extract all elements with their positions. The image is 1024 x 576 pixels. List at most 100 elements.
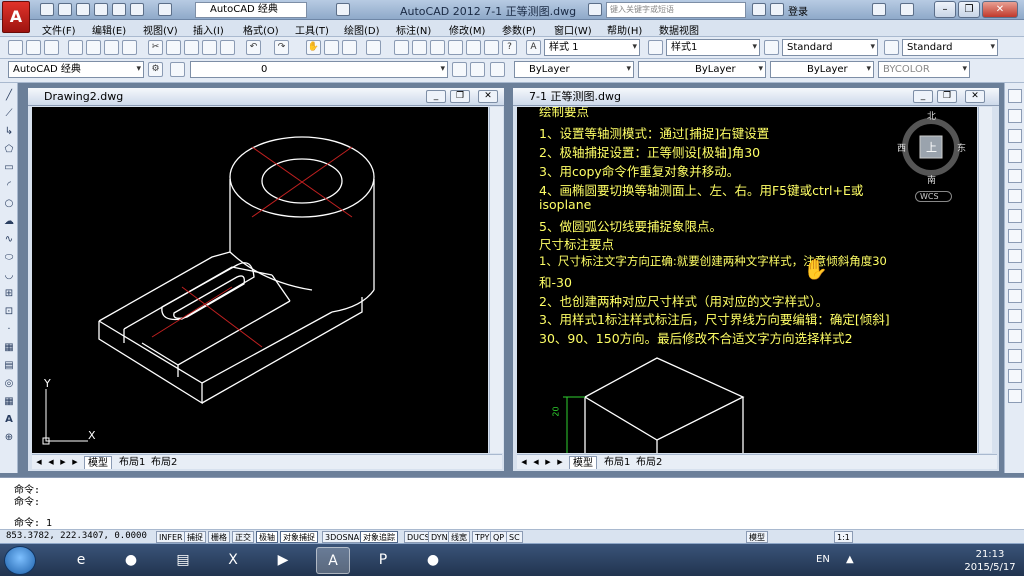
prev-tab-icon[interactable]: ◀	[46, 457, 56, 467]
status-sc[interactable]: SC	[506, 531, 523, 543]
search-input[interactable]: 键入关键字或短语	[606, 2, 746, 18]
copy-object-icon[interactable]	[1008, 109, 1022, 123]
menu-parametric[interactable]: 参数(P)	[502, 22, 536, 37]
doc-close-button[interactable]: ✕	[478, 90, 498, 103]
designcenter-icon[interactable]	[412, 40, 427, 55]
menu-edit[interactable]: 编辑(E)	[92, 22, 126, 37]
tab-model[interactable]: 模型	[84, 456, 112, 469]
qq-icon[interactable]: ●	[114, 547, 148, 574]
circle-icon[interactable]: ○	[2, 197, 16, 211]
powerpoint-icon[interactable]: P	[366, 547, 400, 574]
ie-icon[interactable]: e	[64, 547, 98, 574]
last-tab-icon[interactable]: ▶	[70, 457, 80, 467]
open-icon[interactable]	[58, 3, 72, 16]
zoom-window-icon[interactable]	[342, 40, 357, 55]
video-icon[interactable]: ▶	[266, 547, 300, 574]
status-model[interactable]: 模型	[746, 531, 768, 543]
viewcube-top[interactable]: 上	[926, 139, 937, 155]
command-window[interactable]: 命令: 命令: 命令: 1	[0, 477, 1024, 529]
mirror-icon[interactable]	[1008, 129, 1022, 143]
help-icon[interactable]	[900, 3, 914, 16]
saveas-icon[interactable]	[94, 3, 108, 16]
gradient-icon[interactable]: ▤	[2, 359, 16, 373]
status-otrack[interactable]: 对象追踪	[360, 531, 398, 543]
open-file-icon[interactable]	[26, 40, 41, 55]
ellipse-arc-icon[interactable]: ◡	[2, 269, 16, 283]
model-space-canvas[interactable]: Y X	[32, 107, 488, 453]
fillet-icon[interactable]	[1008, 369, 1022, 383]
text-style-select[interactable]: 样式 1	[544, 39, 640, 56]
menu-dataview[interactable]: 数据视图	[659, 22, 699, 37]
binoculars-icon[interactable]	[752, 3, 766, 16]
status-lineweight[interactable]: 线宽	[448, 531, 470, 543]
color-select[interactable]: ByLayer	[514, 61, 634, 78]
ellipse-icon[interactable]: ⬭	[2, 251, 16, 265]
arc-icon[interactable]: ◜	[2, 179, 16, 193]
dim-style-icon[interactable]	[648, 40, 663, 55]
first-tab-icon[interactable]: ◀	[34, 457, 44, 467]
undo-icon[interactable]	[130, 3, 144, 16]
start-button[interactable]	[4, 546, 36, 575]
viewcube-west[interactable]: 西	[897, 141, 906, 154]
add-selected-icon[interactable]: ⊕	[2, 431, 16, 445]
menu-view[interactable]: 视图(V)	[143, 22, 178, 37]
stretch-icon[interactable]	[1008, 249, 1022, 263]
restore-button[interactable]: ❐	[958, 1, 980, 18]
menu-insert[interactable]: 插入(I)	[193, 22, 224, 37]
extend-icon[interactable]	[1008, 289, 1022, 303]
tab-layout1[interactable]: 布局1	[601, 456, 633, 469]
user-icon[interactable]	[770, 3, 784, 16]
polygon-icon[interactable]: ⬠	[2, 143, 16, 157]
doc-close-button[interactable]: ✕	[965, 90, 985, 103]
blockeditor-icon[interactable]	[220, 40, 235, 55]
polyline-icon[interactable]: ↳	[2, 125, 16, 139]
layer-state-icon[interactable]	[490, 62, 505, 77]
join-icon[interactable]	[1008, 329, 1022, 343]
wcs-menu[interactable]: WCS	[915, 191, 952, 202]
qnew-icon[interactable]	[8, 40, 23, 55]
status-ortho[interactable]: 正交	[232, 531, 254, 543]
tab-layout2[interactable]: 布局2	[148, 456, 180, 469]
preview-icon[interactable]	[86, 40, 101, 55]
tab-layout2[interactable]: 布局2	[633, 456, 665, 469]
move-icon[interactable]	[1008, 189, 1022, 203]
offset-icon[interactable]	[1008, 149, 1022, 163]
workspace-select[interactable]: AutoCAD 经典	[195, 2, 307, 18]
language-indicator[interactable]: EN	[816, 554, 830, 565]
minimize-button[interactable]: –	[934, 1, 956, 18]
annotation-scale[interactable]: 1:1	[834, 531, 853, 543]
insert-block-icon[interactable]: ⊞	[2, 287, 16, 301]
revcloud-icon[interactable]: ☁	[2, 215, 16, 229]
autocad-icon[interactable]: A	[316, 547, 350, 574]
sheetset-icon[interactable]	[448, 40, 463, 55]
command-input[interactable]: 命令: 1	[14, 514, 52, 529]
layer-previous-icon[interactable]	[470, 62, 485, 77]
spline-icon[interactable]: ∿	[2, 233, 16, 247]
scale-icon[interactable]	[1008, 229, 1022, 243]
doc-restore-button[interactable]: ❐	[450, 90, 470, 103]
customize-icon[interactable]	[336, 3, 350, 16]
login-link[interactable]: 登录	[788, 3, 808, 18]
cut-icon[interactable]: ✂	[148, 40, 163, 55]
xline-icon[interactable]: ⟋	[2, 107, 16, 121]
zoom-realtime-icon[interactable]	[324, 40, 339, 55]
folder-icon[interactable]: ▤	[166, 547, 200, 574]
menu-draw[interactable]: 绘图(D)	[344, 22, 380, 37]
menu-modify[interactable]: 修改(M)	[449, 22, 485, 37]
help-tool-icon[interactable]: ?	[502, 40, 517, 55]
make-current-icon[interactable]	[452, 62, 467, 77]
properties-icon[interactable]	[394, 40, 409, 55]
matchprop-icon[interactable]	[202, 40, 217, 55]
workspace-settings-icon[interactable]: ⚙	[148, 62, 163, 77]
layer-properties-icon[interactable]	[170, 62, 185, 77]
first-tab-icon[interactable]: ◀	[519, 457, 529, 467]
undo-tool-icon[interactable]: ↶	[246, 40, 261, 55]
break-icon[interactable]	[1008, 309, 1022, 323]
save-icon[interactable]	[76, 3, 90, 16]
exchange-icon[interactable]	[872, 3, 886, 16]
linetype-select[interactable]: ByLayer	[638, 61, 766, 78]
layer-select[interactable]: 0	[190, 61, 448, 78]
chamfer-icon[interactable]	[1008, 349, 1022, 363]
redo-tool-icon[interactable]: ↷	[274, 40, 289, 55]
region-icon[interactable]: ◎	[2, 377, 16, 391]
